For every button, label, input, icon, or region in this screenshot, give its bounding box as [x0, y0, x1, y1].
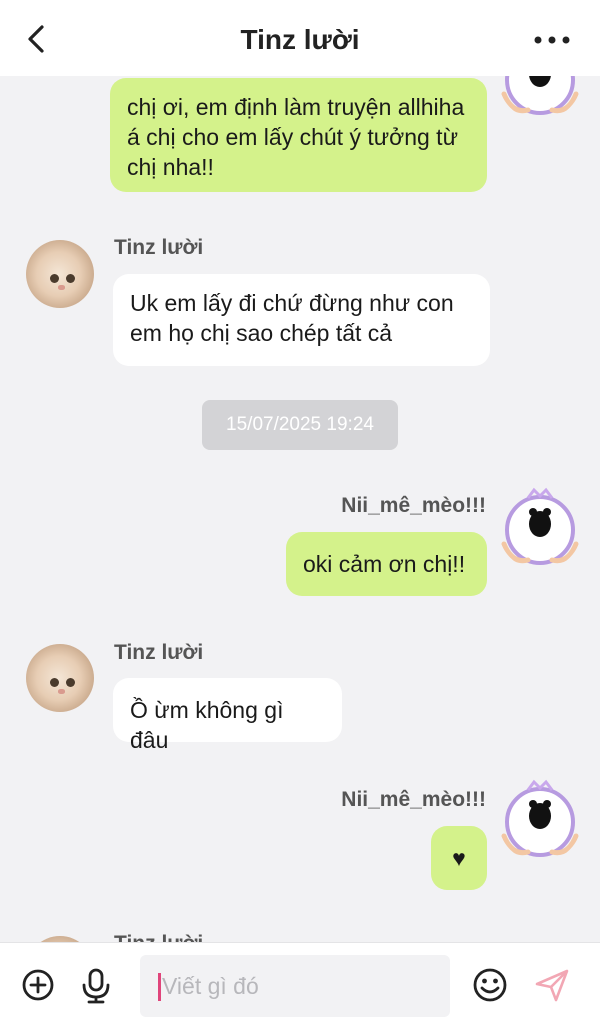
- message-text: chị ơi, em định làm truyện allhiha á chị…: [127, 94, 465, 180]
- avatar-frame-icon: [501, 779, 579, 857]
- message-bubble-incoming[interactable]: Uk em lấy đi chứ đừng như con em họ chị …: [113, 274, 490, 366]
- my-avatar[interactable]: [498, 486, 582, 570]
- message-text: Ồ ừm không gì đâu: [130, 697, 284, 753]
- text-caret: [158, 973, 161, 1001]
- my-avatar[interactable]: [498, 76, 582, 120]
- chat-header: Tinz lười: [0, 0, 600, 76]
- message-input[interactable]: Viết gì đó: [140, 955, 450, 1017]
- avatar-frame-icon: [501, 76, 579, 115]
- avatar-eye: [66, 678, 75, 687]
- avatar-eye: [66, 274, 75, 283]
- my-avatar[interactable]: [498, 778, 582, 862]
- sender-name: Nii_mê_mèo!!!: [341, 494, 486, 517]
- message-text: Uk em lấy đi chứ đừng như con em họ chị …: [130, 290, 454, 346]
- message-text: oki cảm ơn chị!!: [303, 551, 466, 577]
- timestamp-divider: 15/07/2025 19:24: [202, 400, 398, 450]
- sender-name: Nii_mê_mèo!!!: [341, 788, 486, 811]
- sender-name: Tinz lười: [114, 641, 204, 664]
- message-list[interactable]: chị ơi, em định làm truyện allhiha á chị…: [0, 76, 600, 942]
- avatar-eye: [50, 274, 59, 283]
- composer-bar: Viết gì đó: [0, 942, 600, 1028]
- contact-avatar[interactable]: [26, 240, 94, 308]
- avatar-nose: [58, 285, 65, 290]
- avatar-frame-icon: [501, 487, 579, 565]
- more-horizontal-icon[interactable]: [532, 28, 572, 52]
- avatar-eye: [50, 678, 59, 687]
- message-input-placeholder: Viết gì đó: [162, 973, 259, 999]
- plus-circle-icon[interactable]: [18, 965, 58, 1005]
- message-bubble-outgoing[interactable]: chị ơi, em định làm truyện allhiha á chị…: [110, 78, 487, 192]
- contact-avatar[interactable]: [26, 644, 94, 712]
- microphone-icon[interactable]: [76, 965, 116, 1005]
- sender-name: Tinz lười: [114, 932, 203, 942]
- send-icon[interactable]: [532, 965, 572, 1005]
- chat-title: Tinz lười: [240, 24, 360, 55]
- sender-name: Tinz lười: [114, 236, 204, 259]
- emoji-icon[interactable]: [470, 965, 510, 1005]
- message-bubble-outgoing[interactable]: oki cảm ơn chị!!: [286, 532, 487, 596]
- avatar-nose: [58, 689, 65, 694]
- message-bubble-outgoing[interactable]: ♥: [431, 826, 487, 890]
- message-bubble-incoming[interactable]: Ồ ừm không gì đâu: [113, 678, 342, 753]
- message-text: ♥: [452, 845, 466, 871]
